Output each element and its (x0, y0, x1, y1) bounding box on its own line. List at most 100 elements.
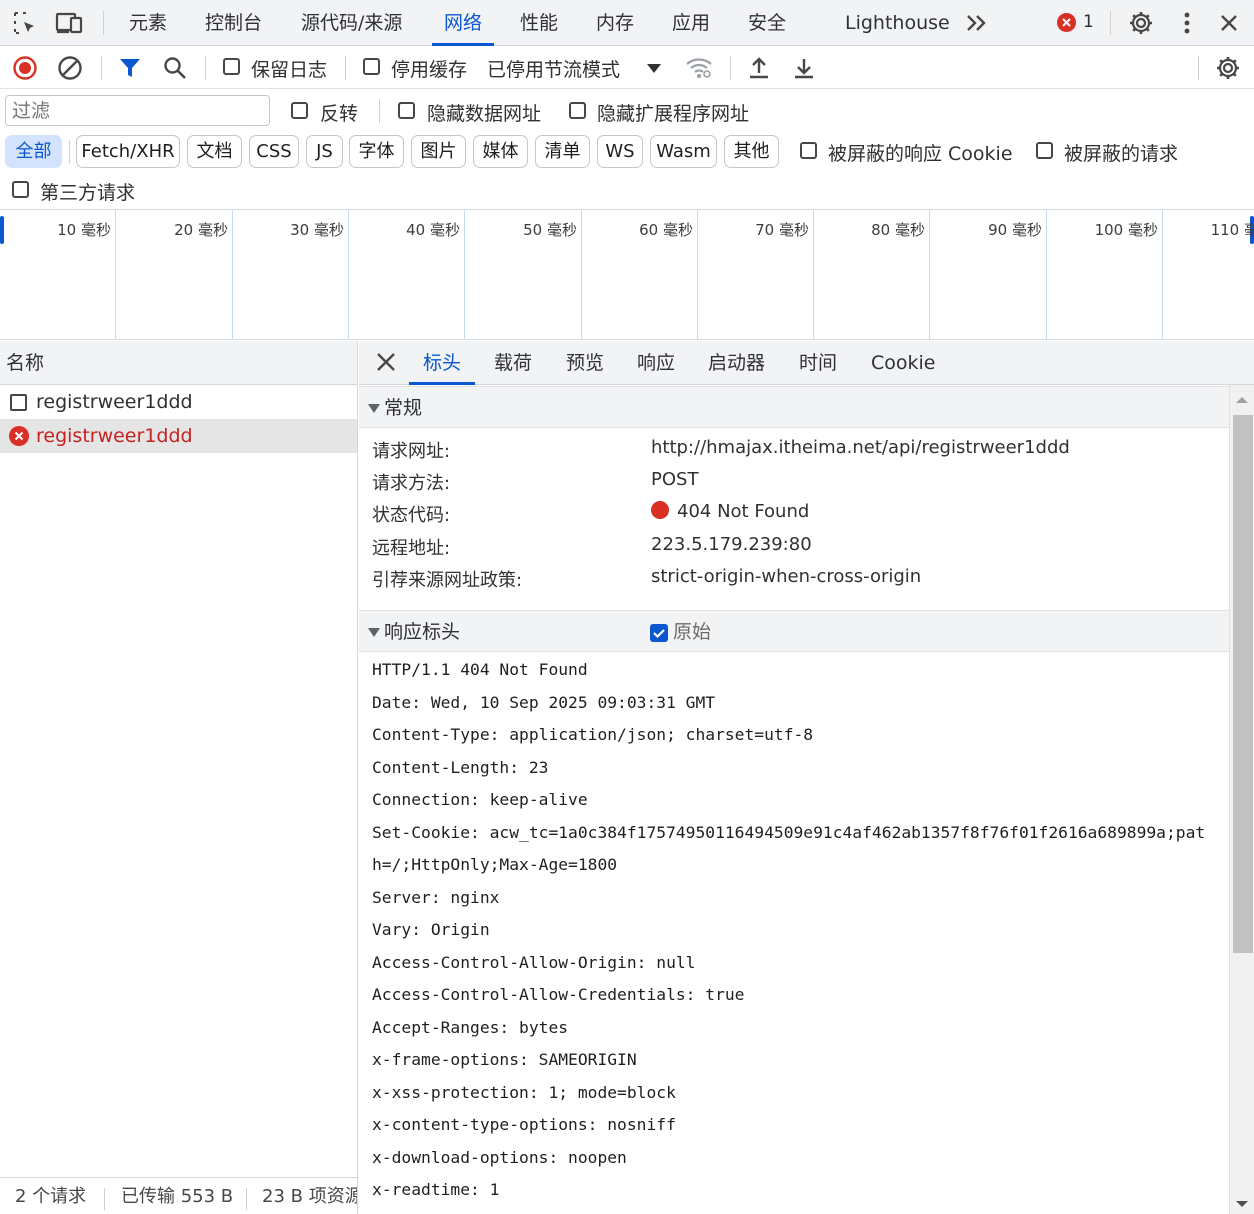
filter-chip-js[interactable]: JS (306, 135, 343, 168)
filter-chip-doc[interactable]: 文档 (187, 135, 242, 168)
third-party-checkbox[interactable] (12, 181, 29, 198)
tab-preview[interactable]: 预览 (566, 341, 604, 385)
filter-chip-all[interactable]: 全部 (5, 135, 62, 168)
close-icon[interactable] (1214, 8, 1244, 38)
throttling-select[interactable]: 已停用节流模式 (487, 55, 662, 82)
response-headers-section-header[interactable]: 响应标头 原始 (359, 610, 1229, 652)
request-row-selected[interactable]: registrweer1ddd (0, 419, 357, 453)
scroll-up-icon[interactable] (1230, 393, 1254, 407)
error-counter[interactable]: 1 (1057, 12, 1094, 32)
tab-timing[interactable]: 时间 (799, 341, 837, 385)
tab-lighthouse[interactable]: Lighthouse (845, 0, 950, 46)
raw-header-line: Content-Length: 23 (372, 757, 549, 777)
divider (345, 56, 346, 80)
timeline-tick-label: 30 毫秒 (290, 221, 344, 239)
network-conditions-icon[interactable] (684, 53, 714, 83)
hide-data-urls-checkbox[interactable] (398, 102, 415, 119)
request-method-value: POST (651, 469, 699, 490)
clear-icon[interactable] (55, 53, 85, 83)
tab-sources[interactable]: 源代码/来源 (301, 0, 402, 46)
timeline-gridline (464, 210, 465, 339)
close-details-icon[interactable] (375, 351, 399, 375)
stop-recording-icon[interactable] (10, 53, 40, 83)
blocked-cookies-checkbox[interactable] (800, 142, 817, 159)
filter-chip-other[interactable]: 其他 (724, 135, 779, 168)
hide-data-urls-label: 隐藏数据网址 (427, 103, 542, 125)
chevron-down-icon (647, 64, 662, 73)
timeline-gridline (232, 210, 233, 339)
more-tabs-icon[interactable] (962, 8, 992, 38)
export-har-icon[interactable] (789, 53, 819, 83)
blocked-requests-checkbox[interactable] (1036, 142, 1053, 159)
divider (379, 99, 380, 123)
status-code-value: 404 Not Found (651, 501, 809, 522)
device-toolbar-icon[interactable] (55, 8, 85, 38)
tab-elements[interactable]: 元素 (129, 0, 167, 46)
transferred-size: 已传输 553 B (121, 1186, 234, 1207)
raw-checkbox[interactable] (650, 624, 668, 642)
raw-header-line: x-download-options: noopen (372, 1147, 627, 1167)
inspect-element-icon[interactable] (10, 8, 40, 38)
tab-application[interactable]: 应用 (672, 0, 710, 46)
filter-chip-media[interactable]: 媒体 (473, 135, 528, 168)
tab-security[interactable]: 安全 (748, 0, 786, 46)
tab-cookies[interactable]: Cookie (871, 341, 936, 385)
scrollbar-thumb[interactable] (1233, 415, 1253, 953)
error-count: 1 (1083, 12, 1094, 32)
filter-chip-fetch-xhr[interactable]: Fetch/XHR (76, 135, 180, 168)
timeline-handle-left[interactable] (0, 216, 4, 244)
collapse-triangle-icon (368, 404, 380, 413)
timeline-tick-label: 40 毫秒 (406, 221, 460, 239)
raw-header-line: Connection: keep-alive (372, 790, 588, 809)
filter-chip-ws[interactable]: WS (597, 135, 643, 168)
filter-chip-img[interactable]: 图片 (411, 135, 466, 168)
raw-label: 原始 (673, 621, 712, 643)
tab-memory[interactable]: 内存 (596, 0, 634, 46)
raw-header-line: HTTP/1.1 404 Not Found (372, 660, 588, 679)
column-header-name[interactable]: 名称 (0, 341, 357, 385)
details-scrollbar[interactable] (1229, 385, 1254, 1214)
import-har-icon[interactable] (744, 53, 774, 83)
network-settings-icon[interactable] (1213, 53, 1243, 83)
filter-input[interactable] (5, 95, 270, 126)
tab-console[interactable]: 控制台 (205, 0, 262, 46)
blocked-requests-label: 被屏蔽的请求 (1064, 143, 1179, 165)
referrer-policy-value: strict-origin-when-cross-origin (651, 566, 922, 587)
filter-chip-wasm[interactable]: Wasm (650, 135, 717, 168)
raw-header-line: x-xss-protection: 1; mode=block (372, 1082, 676, 1102)
raw-header-line: x-frame-options: SAMEORIGIN (372, 1050, 637, 1069)
invert-checkbox[interactable] (291, 102, 308, 119)
tab-initiator[interactable]: 启动器 (708, 341, 765, 385)
tab-performance[interactable]: 性能 (520, 0, 558, 46)
network-overview-timeline[interactable]: 10 毫秒 20 毫秒 30 毫秒 40 毫秒 50 毫秒 60 毫秒 70 毫秒 80 毫秒… (0, 209, 1254, 340)
timeline-gridline (929, 210, 930, 339)
filter-icon[interactable] (115, 53, 145, 83)
request-url-value: http://hmajax.itheima.net/api/registrwee… (651, 437, 1070, 458)
search-icon[interactable] (160, 53, 190, 83)
settings-icon[interactable] (1126, 8, 1156, 38)
tab-network[interactable]: 网络 (431, 0, 495, 46)
filter-chip-css[interactable]: CSS (249, 135, 299, 168)
divider (103, 11, 104, 35)
general-section-header[interactable]: 常规 (359, 386, 1229, 428)
hide-extension-urls-checkbox[interactable] (569, 102, 586, 119)
scroll-down-icon[interactable] (1230, 1197, 1254, 1211)
divider (205, 56, 206, 80)
network-toolbar: 保留日志 停用缓存 已停用节流模式 (0, 46, 1254, 89)
request-list-panel: 名称 registrweer1ddd registrweer1ddd 2 个请求… (0, 341, 358, 1214)
tab-headers[interactable]: 标头 (408, 341, 476, 385)
filter-chip-manifest[interactable]: 清单 (535, 135, 590, 168)
more-options-icon[interactable] (1172, 8, 1202, 38)
tab-payload[interactable]: 载荷 (494, 341, 532, 385)
preserve-log-checkbox[interactable] (223, 58, 240, 75)
request-row[interactable]: registrweer1ddd (0, 385, 357, 419)
status-code-text: 404 Not Found (677, 501, 810, 522)
error-icon (9, 426, 29, 446)
disable-cache-checkbox[interactable] (363, 58, 380, 75)
document-icon (10, 394, 27, 411)
filter-chip-font[interactable]: 字体 (349, 135, 404, 168)
request-details-panel: 标头 载荷 预览 响应 启动器 时间 Cookie 常规 请求网址: http:… (359, 341, 1254, 1214)
tab-response[interactable]: 响应 (637, 341, 675, 385)
raw-header-line: h=/;HttpOnly;Max-Age=1800 (372, 855, 618, 874)
response-headers-title: 响应标头 (384, 621, 461, 643)
